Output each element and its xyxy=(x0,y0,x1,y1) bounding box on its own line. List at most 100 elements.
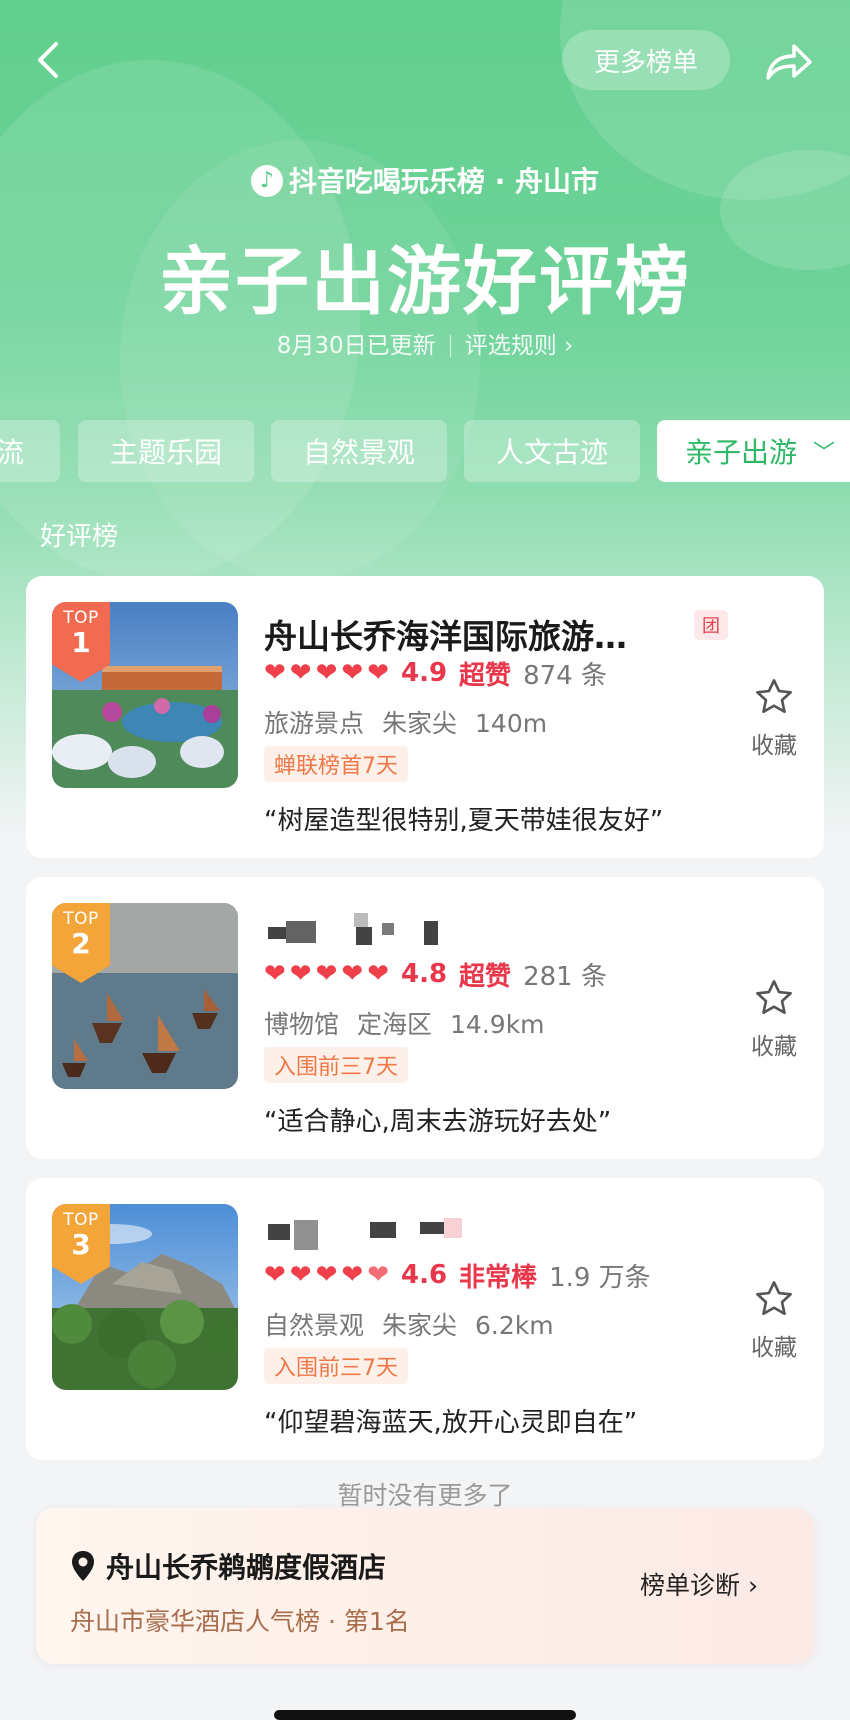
rating-grade: 超赞 xyxy=(459,961,512,992)
chevron-down-icon[interactable]: ﹀ xyxy=(813,435,835,467)
tab-theme-park[interactable]: 主题乐园 xyxy=(78,420,254,482)
favorite-label: 收藏 xyxy=(751,1335,797,1361)
ranking-card[interactable]: TOP 2 ❤ ❤ ❤ ❤ ❤ 4.8 超赞 281 条 博物馆 定海区 14.9km… xyxy=(26,877,824,1159)
place-name-redacted xyxy=(264,1214,464,1250)
tab-label: 自然景观 xyxy=(302,436,415,469)
rank-top-label: TOP xyxy=(63,909,99,929)
place-meta: 旅游景点 朱家尖 140m xyxy=(264,704,565,740)
heart-icon: ❤ xyxy=(315,959,338,989)
place-photo: TOP 1 xyxy=(52,602,238,788)
list-diagnosis-button[interactable]: 榜单诊断 › xyxy=(640,1566,758,1602)
place-name: 舟山长乔海洋国际旅游… xyxy=(264,617,627,656)
review-quote: “适合静心,周末去游玩好去处” xyxy=(264,1107,612,1137)
distance: 6.2km xyxy=(475,1311,554,1340)
distance: 140m xyxy=(475,709,548,738)
area: 定海区 xyxy=(357,1010,433,1039)
favorite-button[interactable]: 收藏 xyxy=(738,676,810,760)
place-photo: TOP 2 xyxy=(52,903,238,1089)
heart-icon: ❤ xyxy=(341,959,364,989)
ranking-card[interactable]: TOP 3 ❤ ❤ ❤ ❤ ❤ 4.6 非常棒 1.9 万条 自然景观 朱家尖 6.2… xyxy=(26,1178,824,1460)
rank-tag: 入围前三7天 xyxy=(264,1348,408,1384)
update-line: 8月30日已更新 评选规则 › xyxy=(0,326,850,360)
decor-shape xyxy=(120,140,480,580)
star-icon xyxy=(756,980,792,1015)
top-bar: 更多榜单 xyxy=(0,0,850,120)
place-photo: TOP 3 xyxy=(52,1204,238,1390)
rank-number: 1 xyxy=(71,626,91,659)
place-meta: 博物馆 定海区 14.9km xyxy=(264,1005,563,1041)
back-icon[interactable] xyxy=(30,36,70,84)
rating-row: ❤ ❤ ❤ ❤ ❤ 4.6 非常棒 1.9 万条 xyxy=(264,1256,651,1294)
hotel-rank: 舟山市豪华酒店人气榜 · 第1名 xyxy=(70,1607,410,1636)
location-pin-icon xyxy=(72,1551,94,1581)
rating-score: 4.6 xyxy=(400,1260,448,1290)
category: 旅游景点 xyxy=(264,709,365,738)
tab-partial[interactable]: 流 xyxy=(0,420,60,482)
rank-top-label: TOP xyxy=(63,1210,99,1230)
star-icon xyxy=(756,679,792,714)
heart-icon: ❤ xyxy=(264,1260,286,1290)
tab-label: 流 xyxy=(0,436,24,469)
rating-row: ❤ ❤ ❤ ❤ ❤ 4.8 超赞 281 条 xyxy=(264,955,607,993)
favorite-button[interactable]: 收藏 xyxy=(738,1278,810,1362)
review-count: 874 条 xyxy=(523,660,607,691)
tab-label: 人文古迹 xyxy=(495,436,608,469)
rating-row: ❤ ❤ ❤ ❤ ❤ 4.9 超赞 874 条 xyxy=(264,654,607,692)
half-heart-icon: ❤ xyxy=(367,1260,389,1290)
rank-tag: 蝉联榜首7天 xyxy=(264,746,408,782)
end-of-list-note: 暂时没有更多了 xyxy=(337,1481,513,1510)
favorite-button[interactable]: 收藏 xyxy=(738,977,810,1061)
favorite-label: 收藏 xyxy=(751,733,797,759)
heart-icon: ❤ xyxy=(289,658,312,688)
page-title: 亲子出游好评榜 xyxy=(159,239,691,325)
review-quote: “树屋造型很特别,夏天带娃很友好” xyxy=(264,806,664,836)
category: 博物馆 xyxy=(264,1010,340,1039)
review-quote: “仰望碧海蓝天,放开心灵即自在” xyxy=(264,1408,638,1438)
tab-natural-scenery[interactable]: 自然景观 xyxy=(271,420,447,482)
hotel-rank-card[interactable]: 舟山长乔鹈鹕度假酒店 舟山市豪华酒店人气榜 · 第1名 榜单诊断 › xyxy=(36,1508,814,1664)
home-indicator xyxy=(274,1710,576,1720)
heart-icon: ❤ xyxy=(315,658,338,688)
place-name-redacted xyxy=(264,913,464,949)
rank-number: 3 xyxy=(71,1228,91,1261)
star-icon xyxy=(756,1281,792,1316)
heart-icon: ❤ xyxy=(289,1260,312,1290)
brand-text: 抖音吃喝玩乐榜 · 舟山市 xyxy=(288,165,600,198)
update-date: 8月30日已更新 xyxy=(276,333,436,359)
more-lists-button[interactable]: 更多榜单 xyxy=(562,30,730,90)
place-meta: 自然景观 朱家尖 6.2km xyxy=(264,1306,572,1342)
section-label: 好评榜 xyxy=(40,522,119,552)
rank-tag: 入围前三7天 xyxy=(264,1047,408,1083)
share-icon[interactable] xyxy=(760,38,816,86)
review-count: 281 条 xyxy=(523,961,607,992)
group-buy-badge: 团 xyxy=(694,610,728,640)
area: 朱家尖 xyxy=(382,709,458,738)
heart-icon: ❤ xyxy=(341,658,364,688)
heart-icon: ❤ xyxy=(341,1260,364,1290)
tiktok-logo-icon xyxy=(250,165,283,197)
category-tabs: 流 主题乐园 自然景观 人文古迹 亲子出游 ﹀ xyxy=(0,420,850,482)
hotel-name: 舟山长乔鹈鹕度假酒店 xyxy=(106,1551,387,1584)
tab-label: 亲子出游 xyxy=(685,436,798,469)
rating-score: 4.8 xyxy=(400,959,448,989)
rules-link[interactable]: 评选规则 › xyxy=(465,333,574,359)
area: 朱家尖 xyxy=(382,1311,458,1340)
tab-family-trip[interactable]: 亲子出游 ﹀ xyxy=(657,420,850,482)
brand-line: 抖音吃喝玩乐榜 · 舟山市 xyxy=(0,160,850,200)
heart-icon: ❤ xyxy=(367,658,389,688)
heart-icon: ❤ xyxy=(289,959,312,989)
divider xyxy=(449,335,451,357)
heart-icon: ❤ xyxy=(264,658,286,688)
heart-icon: ❤ xyxy=(367,959,389,989)
heart-icon: ❤ xyxy=(315,1260,338,1290)
rating-grade: 非常棒 xyxy=(459,1262,538,1293)
rating-score: 4.9 xyxy=(400,658,448,688)
heart-icon: ❤ xyxy=(264,959,286,989)
tab-label: 主题乐园 xyxy=(109,436,222,469)
rating-grade: 超赞 xyxy=(459,660,512,691)
category: 自然景观 xyxy=(264,1311,365,1340)
review-count: 1.9 万条 xyxy=(549,1262,651,1293)
ranking-card[interactable]: TOP 1 舟山长乔海洋国际旅游… 团 ❤ ❤ ❤ ❤ ❤ 4.9 超赞 874 … xyxy=(26,576,824,858)
tab-heritage[interactable]: 人文古迹 xyxy=(464,420,640,482)
distance: 14.9km xyxy=(450,1010,545,1039)
